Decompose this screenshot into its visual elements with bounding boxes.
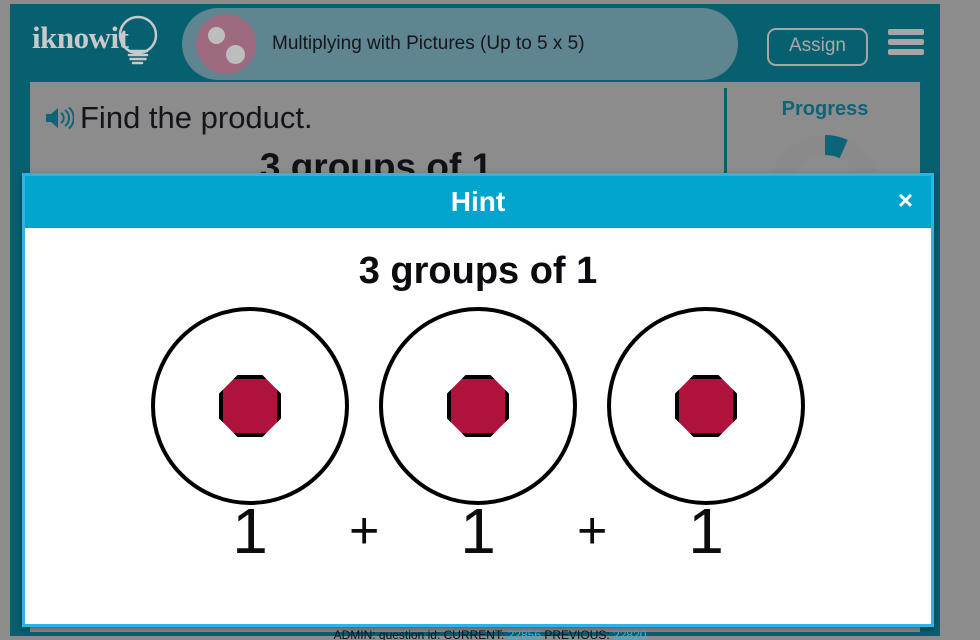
equation-term: 1 xyxy=(688,495,724,567)
lesson-title-pill: Multiplying with Pictures (Up to 5 x 5) xyxy=(182,8,738,80)
equation-operator: + xyxy=(349,502,380,560)
hamburger-menu-icon[interactable] xyxy=(888,29,924,55)
group-circle xyxy=(379,307,577,505)
avatar-dot-upper xyxy=(208,27,225,44)
group-circle xyxy=(607,307,805,505)
hamburger-bar-3 xyxy=(888,49,924,55)
equation-term: 1 xyxy=(232,495,268,567)
admin-middle: PREVIOUS: xyxy=(544,628,610,640)
question-prompt-text: Find the product. xyxy=(80,100,313,135)
admin-previous-id: 22820 xyxy=(613,628,647,640)
equation-operator: + xyxy=(577,502,608,560)
hint-groups-row xyxy=(25,307,931,505)
lesson-avatar-icon xyxy=(196,14,256,74)
iknowit-logo[interactable]: iknowit xyxy=(28,12,178,70)
lightbulb-icon xyxy=(118,15,158,65)
octagon-icon xyxy=(219,375,281,437)
lesson-title: Multiplying with Pictures (Up to 5 x 5) xyxy=(272,33,585,54)
equation-term: 1 xyxy=(460,495,496,567)
hints-left-counter: Number of Lesson Hints Left: 2 xyxy=(25,626,931,627)
hint-equation: 1 + 1 + 1 xyxy=(25,499,931,563)
hint-modal-title: Hint xyxy=(450,186,506,217)
question-prompt-row: Find the product. xyxy=(44,100,313,136)
app-header: iknowit Multiplying with Pictures (Up to… xyxy=(10,4,940,80)
octagon-icon xyxy=(675,375,737,437)
hamburger-bar-2 xyxy=(888,39,924,45)
admin-prefix: ADMIN: question id: CURRENT: xyxy=(333,628,505,640)
hint-modal: Hint × 3 groups of 1 1 + 1 + 1 xyxy=(22,173,934,627)
screen-root: iknowit Multiplying with Pictures (Up to… xyxy=(0,0,980,640)
progress-label: Progress xyxy=(781,98,869,120)
avatar-dot-lower xyxy=(226,45,245,64)
hint-modal-body: 3 groups of 1 1 + 1 + 1 Number of Le xyxy=(25,250,931,627)
group-circle xyxy=(151,307,349,505)
close-icon[interactable]: × xyxy=(898,187,913,213)
hint-modal-header: Hint × xyxy=(25,176,931,228)
speaker-icon[interactable] xyxy=(44,105,74,131)
admin-debug-line: ADMIN: question id: CURRENT: 22856 PREVI… xyxy=(0,628,980,640)
hint-heading: 3 groups of 1 xyxy=(358,250,598,292)
assign-button[interactable]: Assign xyxy=(766,28,868,66)
hamburger-bar-1 xyxy=(888,29,924,35)
admin-current-id: 22856 xyxy=(507,628,541,640)
octagon-icon xyxy=(447,375,509,437)
